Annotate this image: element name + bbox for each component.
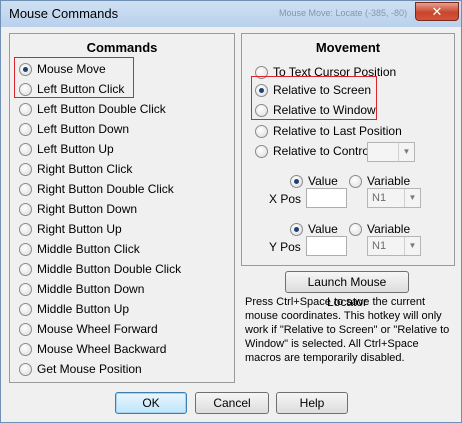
radio-icon <box>19 342 32 356</box>
ypos-input[interactable] <box>306 236 347 256</box>
movement-title: Movement <box>315 40 381 55</box>
command-option[interactable]: Right Button Click <box>19 161 132 177</box>
movement-option[interactable]: Relative to Control: <box>255 143 375 159</box>
radio-icon <box>19 282 32 296</box>
chevron-down-icon: ▼ <box>404 237 420 255</box>
radio-icon <box>19 242 32 256</box>
command-option-label: Right Button Click <box>37 162 133 176</box>
command-option-label: Mouse Wheel Backward <box>37 342 167 356</box>
movement-option[interactable]: Relative to Last Position <box>255 123 402 139</box>
radio-icon <box>19 182 32 196</box>
command-option[interactable]: Middle Button Up <box>19 301 129 317</box>
xpos-variable-label: Variable <box>367 174 411 188</box>
command-option-label: Right Button Double Click <box>37 182 174 196</box>
commands-highlight-box <box>14 57 134 98</box>
command-option-label: Middle Button Double Click <box>37 262 182 276</box>
radio-icon <box>19 362 32 376</box>
commands-title: Commands <box>86 40 158 55</box>
movement-option-label: Relative to Last Position <box>273 124 402 138</box>
command-option[interactable]: Middle Button Down <box>19 281 144 297</box>
command-option[interactable]: Right Button Double Click <box>19 181 174 197</box>
control-combo[interactable]: ▼ <box>367 142 415 162</box>
radio-icon <box>255 144 268 158</box>
launch-mouse-locator-button[interactable]: Launch Mouse Locator <box>285 271 409 309</box>
radio-icon <box>19 202 32 216</box>
command-option[interactable]: Get Mouse Position <box>19 361 142 377</box>
chevron-down-icon: ▼ <box>404 189 420 207</box>
command-option[interactable]: Left Button Down <box>19 121 129 137</box>
ypos-variable-combo[interactable]: N1 ▼ <box>367 236 421 256</box>
command-option[interactable]: Middle Button Double Click <box>19 261 181 277</box>
ok-button[interactable]: OK <box>115 392 187 414</box>
command-option[interactable]: Middle Button Click <box>19 241 140 257</box>
command-option[interactable]: Left Button Double Click <box>19 101 166 117</box>
command-option[interactable]: Mouse Wheel Backward <box>19 341 166 357</box>
help-button[interactable]: Help <box>276 392 348 414</box>
radio-icon <box>349 222 362 236</box>
command-option-label: Get Mouse Position <box>37 362 142 376</box>
radio-icon <box>19 102 32 116</box>
xpos-variable-combo[interactable]: N1 ▼ <box>367 188 421 208</box>
radio-icon <box>19 122 32 136</box>
title-bar[interactable]: Mouse Commands Mouse Move: Locate (-385,… <box>1 1 461 27</box>
radio-icon <box>19 142 32 156</box>
movement-option-label: Relative to Control: <box>273 144 376 158</box>
command-option-label: Left Button Double Click <box>37 102 166 116</box>
xpos-label: X Pos <box>269 192 302 206</box>
close-button[interactable]: ✕ <box>415 2 459 21</box>
background-window-title: Mouse Move: Locate (-385, -80) <box>279 8 408 18</box>
radio-icon <box>349 174 362 188</box>
xpos-input[interactable] <box>306 188 347 208</box>
command-option-label: Middle Button Up <box>37 302 130 316</box>
ypos-variable-label: Variable <box>367 222 411 236</box>
xpos-value-radio[interactable]: Value <box>290 173 338 189</box>
radio-icon <box>290 222 303 236</box>
hotkey-info-text: Press Ctrl+Space to save the current mou… <box>245 296 450 364</box>
ypos-variable-value: N1 <box>372 240 387 252</box>
radio-icon <box>19 222 32 236</box>
command-option-label: Middle Button Click <box>37 242 140 256</box>
xpos-value-label: Value <box>308 174 338 188</box>
chevron-down-icon: ▼ <box>398 143 414 161</box>
command-option[interactable]: Left Button Up <box>19 141 114 157</box>
command-option-label: Mouse Wheel Forward <box>37 322 158 336</box>
xpos-variable-value: N1 <box>372 192 387 204</box>
command-option-label: Left Button Up <box>37 142 114 156</box>
radio-icon <box>19 322 32 336</box>
movement-highlight-box <box>251 76 377 120</box>
radio-icon <box>255 124 268 138</box>
xpos-variable-radio[interactable]: Variable <box>349 173 410 189</box>
radio-icon <box>290 174 303 188</box>
cancel-button[interactable]: Cancel <box>195 392 269 414</box>
command-option[interactable]: Right Button Down <box>19 201 137 217</box>
command-option[interactable]: Mouse Wheel Forward <box>19 321 158 337</box>
command-option-label: Right Button Down <box>37 202 138 216</box>
ypos-variable-radio[interactable]: Variable <box>349 221 410 237</box>
radio-icon <box>19 162 32 176</box>
ypos-label: Y Pos <box>269 240 301 254</box>
radio-icon <box>19 262 32 276</box>
window-title: Mouse Commands <box>9 6 119 21</box>
ypos-value-radio[interactable]: Value <box>290 221 338 237</box>
close-icon: ✕ <box>431 4 443 19</box>
command-option[interactable]: Right Button Up <box>19 221 122 237</box>
ypos-value-label: Value <box>308 222 338 236</box>
command-option-label: Middle Button Down <box>37 282 145 296</box>
command-option-label: Left Button Down <box>37 122 130 136</box>
radio-icon <box>19 302 32 316</box>
mouse-commands-dialog: Mouse Commands Mouse Move: Locate (-385,… <box>0 0 462 423</box>
command-option-label: Right Button Up <box>37 222 122 236</box>
